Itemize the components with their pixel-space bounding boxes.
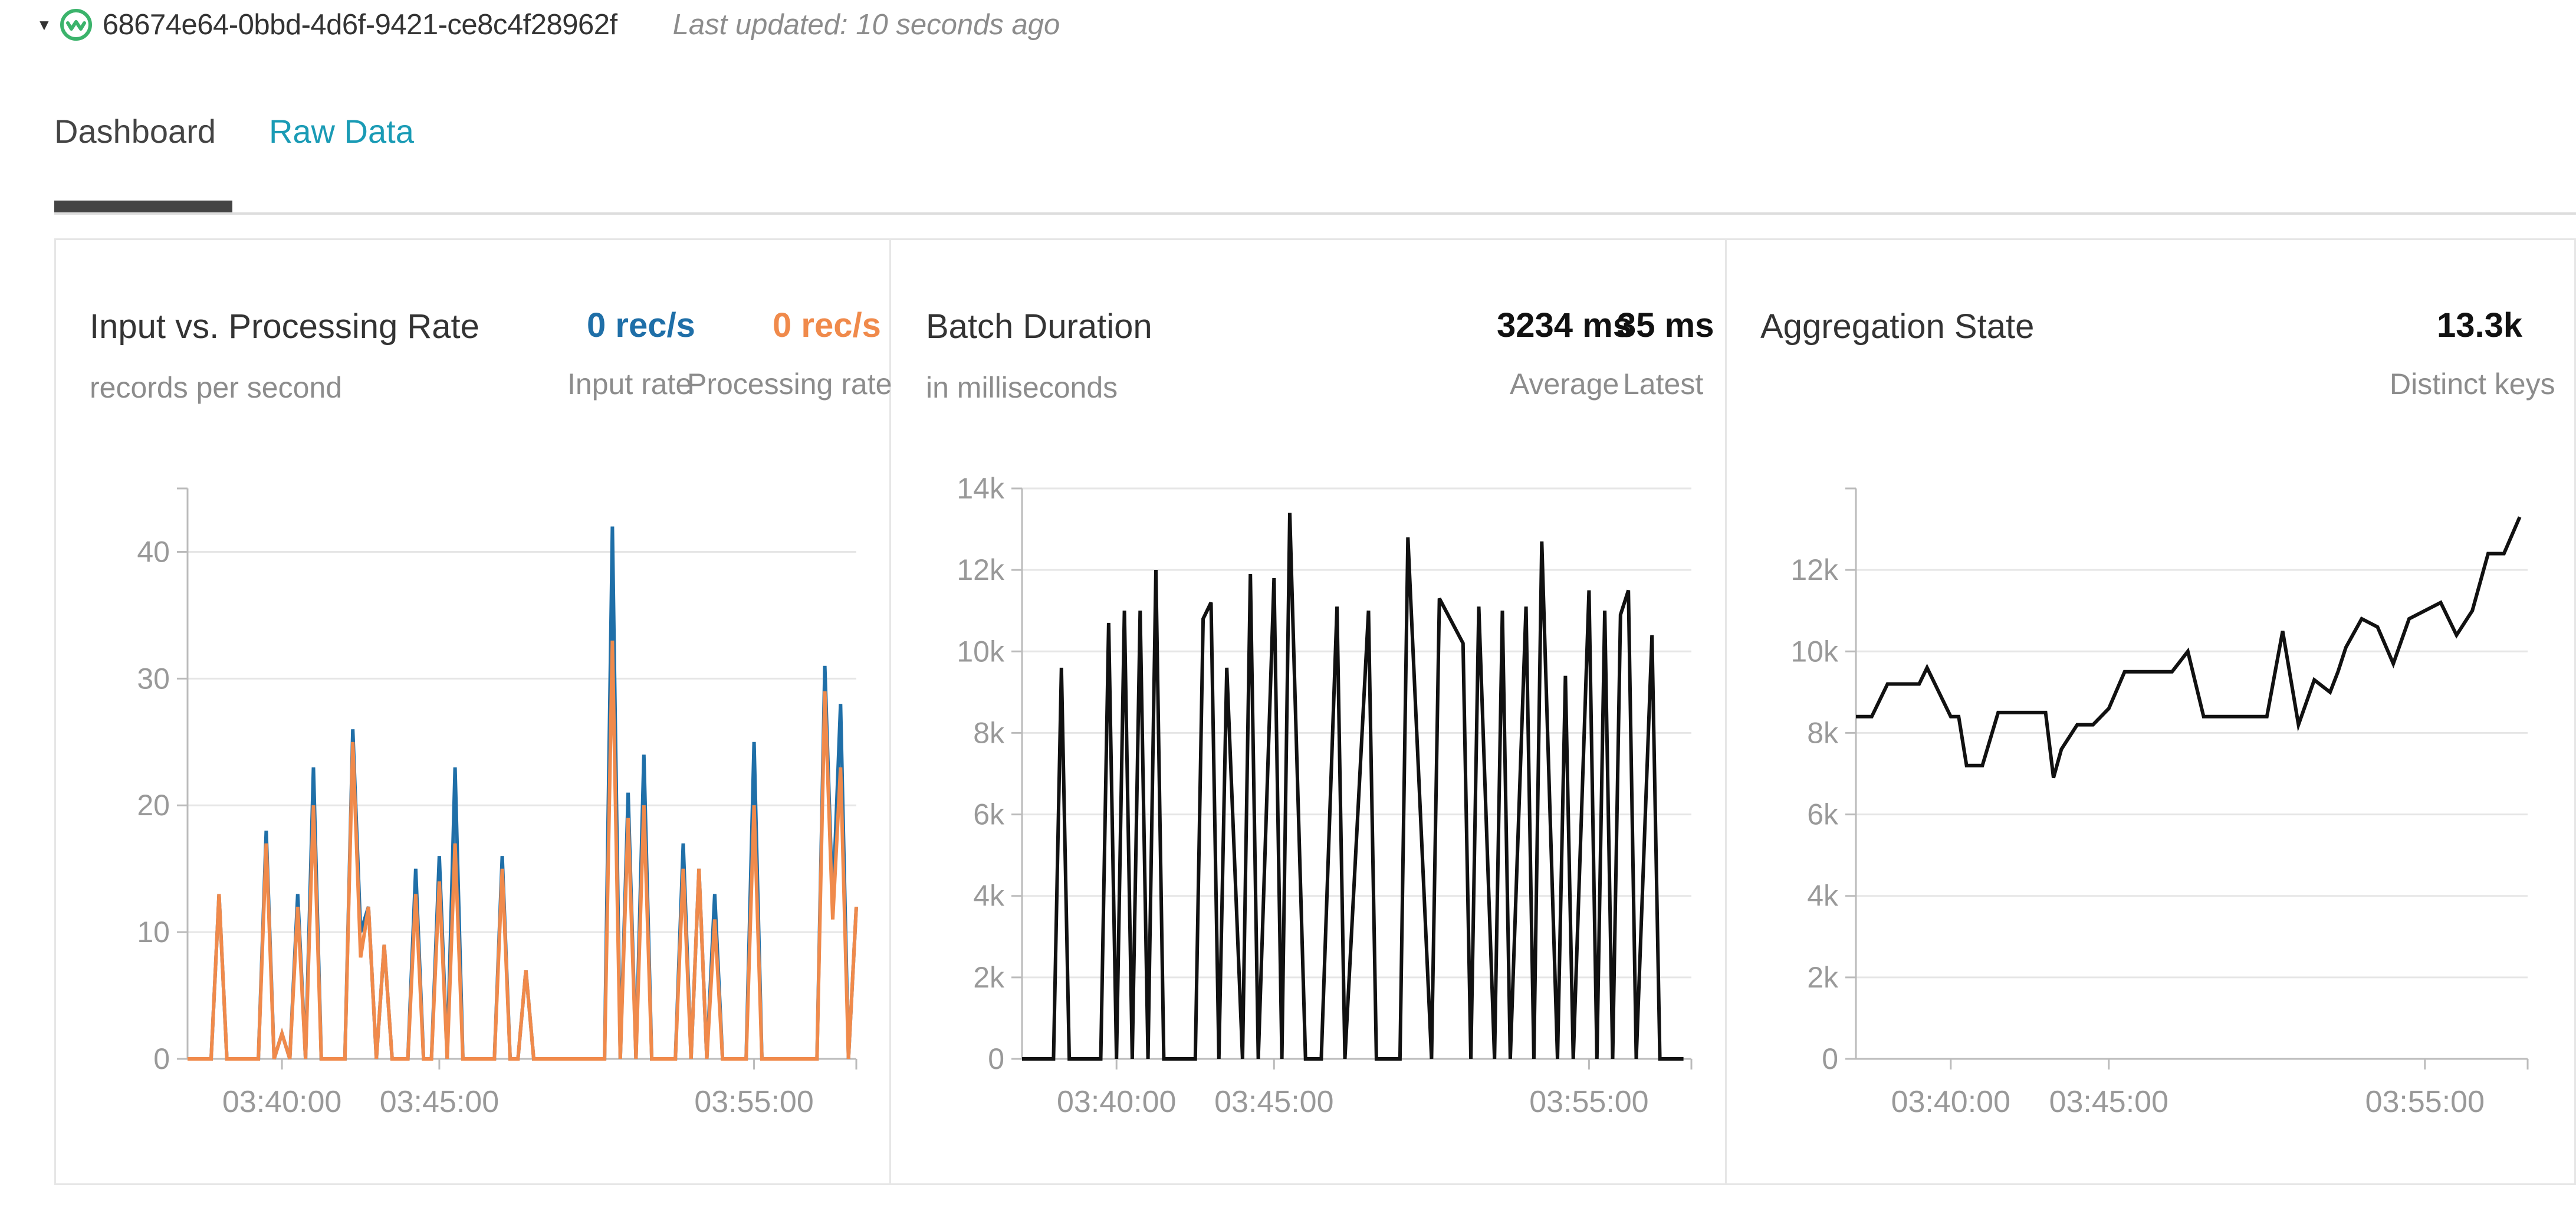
- x-tick-label: 03:45:00: [2049, 1085, 2168, 1119]
- chart-1: 0 2k 4k 6k 8k 10k 12k 14k 03:40:00 03:45:00 03:55:…: [957, 472, 1693, 1119]
- y-tick-label: 0: [988, 1042, 1004, 1075]
- y-tick-label: 0: [153, 1042, 170, 1075]
- input-processing-rate-chart: 0 10 20 30 40 03:40:00 03:45:00 03:55:00 0 2k 4k 6k…: [137, 472, 2529, 1119]
- y-tick-label: 2k: [973, 961, 1005, 994]
- y-tick-label: 2k: [1807, 961, 1839, 994]
- series-line-0: [1856, 516, 2522, 779]
- series-line-0: [188, 526, 858, 1061]
- x-tick-label: 03:55:00: [694, 1085, 813, 1119]
- y-tick-label: 0: [1822, 1042, 1838, 1075]
- chart-2: 0 2k 4k 6k 8k 10k 12k 03:40:00 03:45:00 03:55:00: [1790, 487, 2529, 1119]
- y-tick-label: 20: [137, 789, 170, 822]
- y-tick-label: 4k: [1807, 880, 1839, 913]
- y-tick-label: 12k: [1790, 553, 1839, 586]
- chart-0: 0 10 20 30 40 03:40:00 03:45:00 03:55:00: [137, 487, 858, 1119]
- y-tick-label: 40: [137, 535, 170, 568]
- y-tick-label: 8k: [973, 716, 1005, 749]
- x-tick-label: 03:45:00: [380, 1085, 499, 1119]
- y-tick-label: 10: [137, 916, 170, 949]
- x-tick-label: 03:40:00: [1891, 1085, 2010, 1119]
- y-tick-label: 14k: [957, 472, 1005, 505]
- y-tick-label: 6k: [973, 798, 1005, 831]
- x-tick-label: 03:40:00: [222, 1085, 341, 1119]
- y-tick-label: 4k: [973, 880, 1005, 913]
- y-tick-label: 8k: [1807, 716, 1839, 749]
- x-tick-label: 03:55:00: [2365, 1085, 2485, 1119]
- series-line-1: [188, 640, 858, 1061]
- y-tick-label: 6k: [1807, 798, 1839, 831]
- y-tick-label: 30: [137, 662, 170, 695]
- x-tick-label: 03:40:00: [1057, 1085, 1176, 1119]
- x-tick-label: 03:45:00: [1214, 1085, 1333, 1119]
- x-tick-label: 03:55:00: [1529, 1085, 1648, 1119]
- y-tick-label: 10k: [1790, 635, 1839, 668]
- y-tick-label: 10k: [957, 635, 1005, 668]
- y-tick-label: 12k: [957, 553, 1005, 586]
